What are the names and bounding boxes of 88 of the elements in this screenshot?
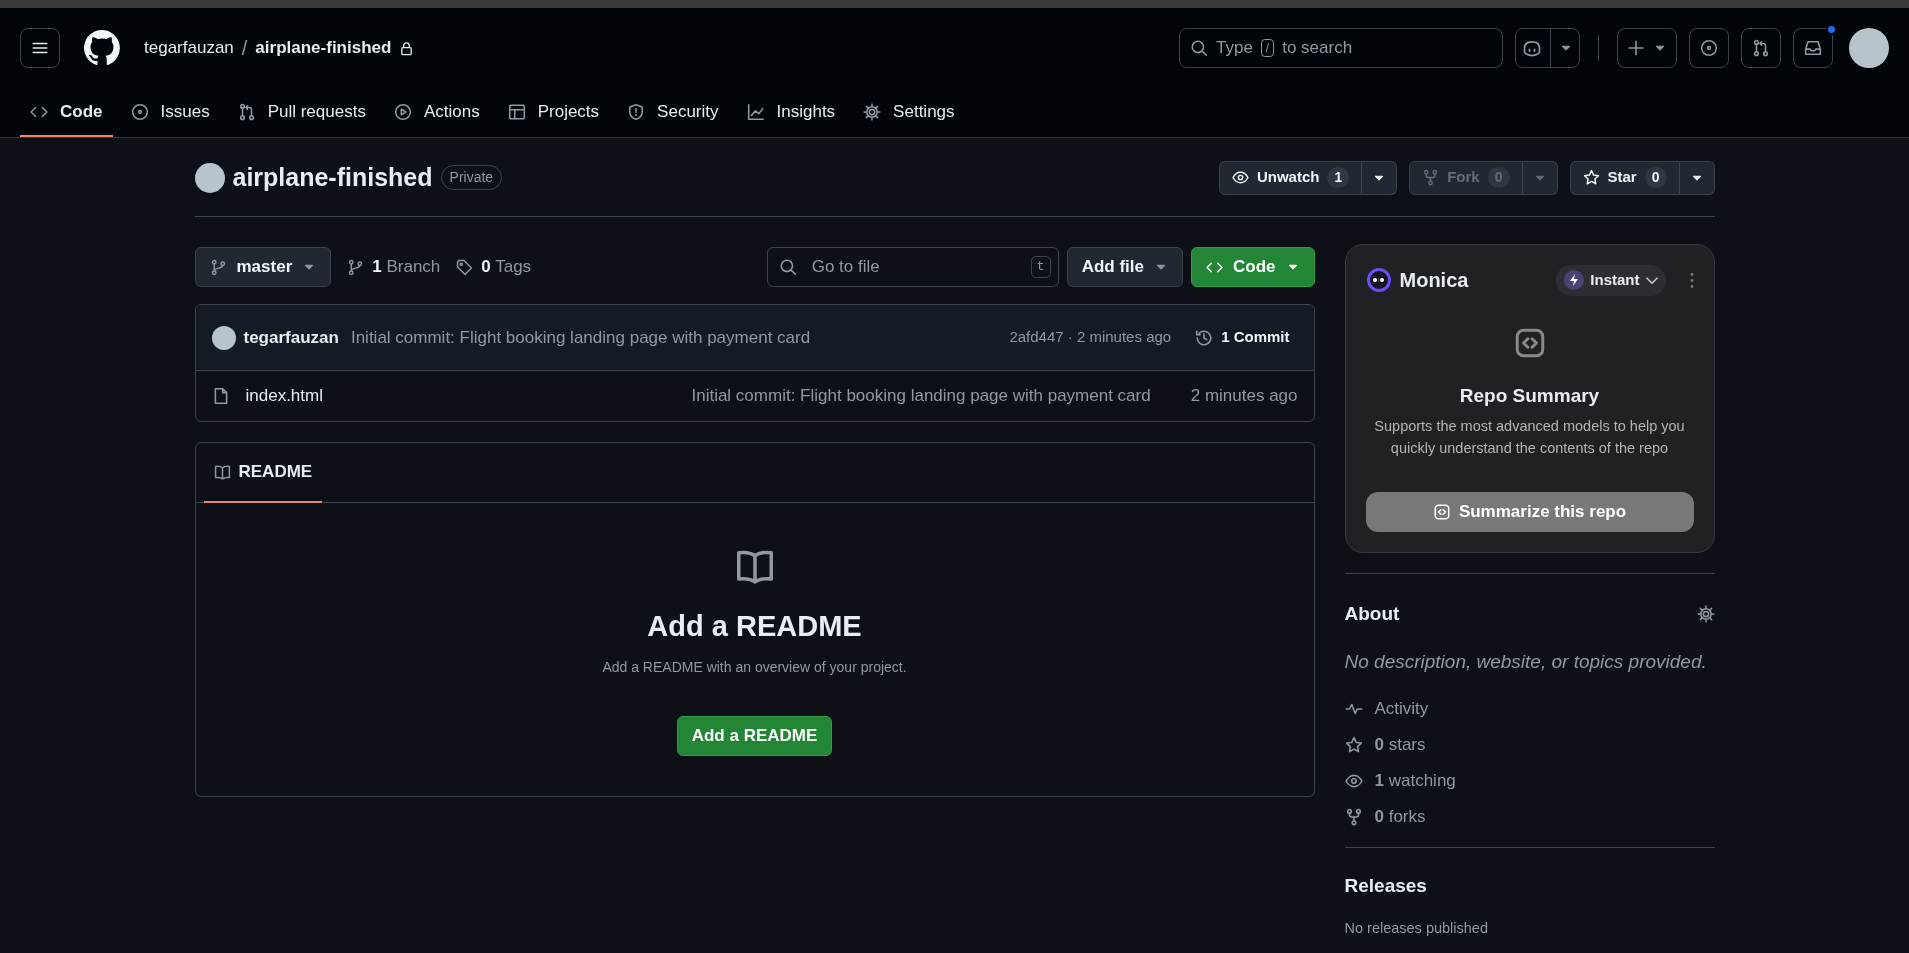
search-field[interactable]: Type / to search — [1179, 28, 1503, 68]
commits-link[interactable]: 1 Commit — [1195, 326, 1290, 349]
table-icon — [507, 103, 526, 121]
inbox-button[interactable] — [1793, 28, 1833, 68]
assistant-name: Monica — [1399, 268, 1469, 294]
summary-description: Supports the most advanced models to help you quickly understand the contents of the repo — [1373, 417, 1686, 458]
create-new-button[interactable] — [1617, 28, 1677, 68]
copilot-button[interactable] — [1515, 28, 1580, 68]
section-heading[interactable]: Releases — [1344, 871, 1715, 900]
branch-icon — [347, 258, 365, 276]
section-heading: About — [1344, 601, 1400, 626]
repo-tab[interactable]: Security — [617, 89, 729, 137]
avatar[interactable] — [1849, 28, 1889, 68]
circle-dot-icon — [1700, 39, 1718, 57]
add-file-button[interactable]: Add file — [1066, 247, 1183, 287]
branches-link[interactable]: 1 Branch — [347, 254, 441, 280]
file-time: 2 minutes ago — [1190, 385, 1298, 408]
monica-logo — [1365, 267, 1392, 294]
avatar — [211, 325, 236, 350]
settings-icon — [863, 103, 882, 121]
dropdown-button[interactable] — [1362, 160, 1398, 195]
branch-selector[interactable]: master — [194, 247, 332, 287]
shortcut-key: t — [1030, 256, 1051, 278]
fork-link[interactable]: 0 forks — [1344, 798, 1715, 835]
repo-tab[interactable]: Code — [20, 89, 113, 137]
readme-hint: Add a README with an overview of your project. — [602, 657, 907, 677]
summary-title: Repo Summary — [1459, 383, 1600, 408]
copilot-icon — [1522, 38, 1542, 58]
inbox-icon — [1804, 39, 1822, 57]
repo-tab[interactable]: Projects — [497, 89, 610, 137]
commit-message[interactable]: Initial commit: Flight booking landing page with payment card — [350, 324, 811, 351]
repo-title: airplane-finished — [232, 161, 433, 193]
search-icon — [1190, 39, 1208, 57]
pull-requests-button[interactable] — [1741, 28, 1781, 68]
lightning-icon — [1564, 270, 1585, 291]
code-button[interactable]: Code — [1191, 247, 1315, 287]
owner-link[interactable]: tegarfauzan — [144, 35, 234, 61]
path-separator: / — [241, 36, 248, 61]
tag-icon — [456, 258, 474, 276]
avatar — [194, 162, 225, 193]
plus-icon — [1627, 39, 1645, 57]
lock-icon — [399, 40, 415, 56]
settings-icon[interactable] — [1696, 604, 1715, 623]
star-icon — [1344, 735, 1363, 754]
search-icon — [778, 258, 797, 276]
fork-icon — [1344, 807, 1363, 826]
octocat-logo[interactable] — [84, 30, 120, 66]
add-readme-button[interactable]: Add a README — [676, 715, 833, 756]
history-icon — [1195, 328, 1214, 347]
watch-link[interactable]: 1 watching — [1344, 762, 1715, 799]
more-icon[interactable] — [1689, 272, 1694, 288]
repo-tab[interactable]: Pull requests — [227, 89, 376, 137]
eye-icon — [1231, 169, 1249, 186]
shield-icon — [627, 103, 646, 121]
commit-author[interactable]: tegarfauzan — [243, 324, 339, 351]
fork-icon — [1422, 169, 1440, 186]
issues-button[interactable] — [1689, 28, 1729, 68]
repo-tab[interactable]: Issues — [120, 89, 220, 137]
circle-dot-icon — [130, 103, 149, 121]
star-link[interactable]: 0 stars — [1344, 726, 1715, 763]
activity-link[interactable]: Activity — [1344, 690, 1715, 727]
graph-icon — [746, 103, 765, 121]
summarize-button[interactable]: Summarize this repo — [1365, 491, 1694, 532]
pull-request-icon — [1752, 39, 1770, 57]
releases-empty-text: No releases published — [1344, 919, 1489, 938]
watch-button[interactable]: Unwatch 1 — [1218, 160, 1363, 195]
readme-heading: Add a README — [647, 609, 862, 644]
commit-hash-time[interactable]: 2afd447 · 2 minutes ago — [1009, 326, 1172, 349]
commit-message[interactable]: Initial commit: Flight booking landing page with payment card — [691, 383, 1151, 409]
about-description: No description, website, or topics provided. — [1344, 650, 1708, 674]
play-icon — [393, 103, 412, 121]
dropdown-button[interactable] — [1679, 160, 1715, 195]
star-icon — [1582, 169, 1600, 186]
pull-request-icon — [237, 103, 256, 121]
repo-tab[interactable]: Actions — [383, 89, 490, 137]
repo-link[interactable]: airplane-finished — [255, 35, 392, 61]
chevron-down-icon — [1645, 276, 1658, 284]
tags-link[interactable]: 0 Tags — [456, 254, 532, 280]
mode-selector[interactable]: Instant — [1556, 265, 1666, 296]
code-icon — [1432, 502, 1451, 521]
readme-tab[interactable]: README — [203, 443, 323, 503]
branch-icon — [209, 258, 227, 276]
file-name[interactable]: index.html — [245, 383, 323, 409]
repo-tab[interactable]: Insights — [736, 89, 846, 137]
book-icon — [213, 463, 231, 481]
repo-tab[interactable]: Settings — [853, 89, 965, 137]
star-button[interactable]: Star 0 — [1569, 160, 1680, 195]
menu-button[interactable] — [20, 28, 60, 68]
